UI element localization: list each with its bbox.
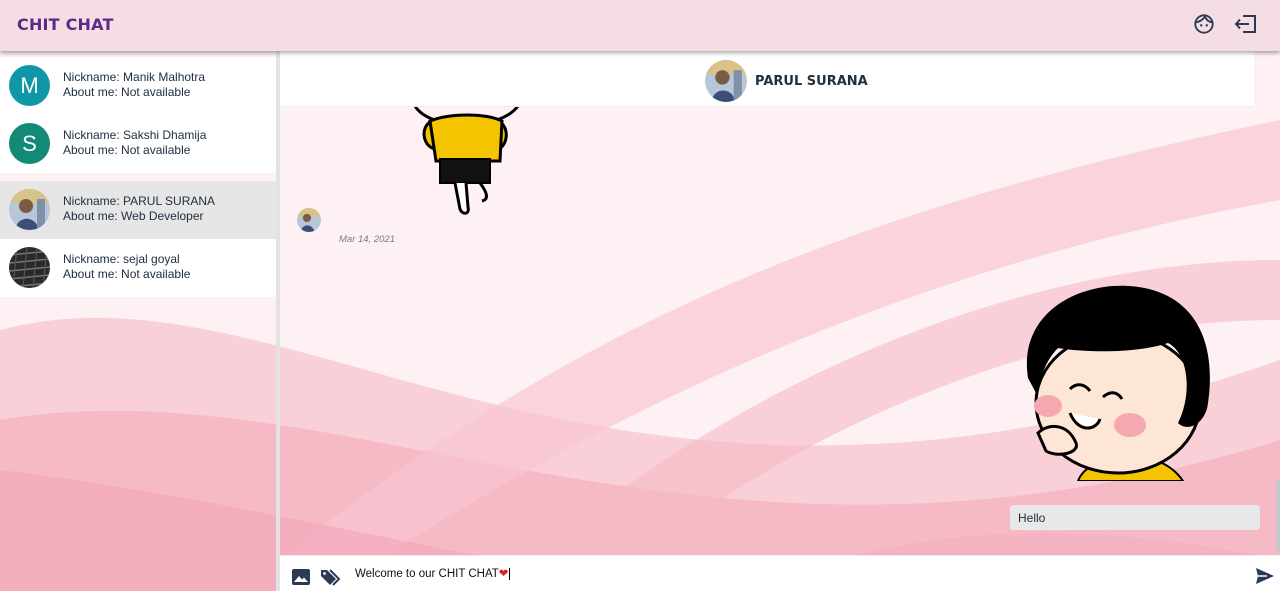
contact-info: Nickname: sejal goyal About me: Not avai… — [63, 252, 190, 281]
profile-photo — [705, 60, 747, 102]
avatar-photo — [9, 247, 50, 288]
contact-item-sakshi[interactable]: S Nickname: Sakshi Dhamija About me: Not… — [0, 115, 276, 173]
contact-about: About me: Not available — [63, 266, 191, 281]
contact-about: About me: Not available — [63, 84, 191, 99]
logout-icon — [1234, 15, 1256, 33]
tag-icon — [321, 569, 341, 586]
message-composer: Welcome to our CHIT CHAT❤ — [280, 555, 1280, 591]
contact-nickname: Nickname: PARUL SURANA — [63, 194, 216, 208]
contact-about: About me: Not available — [63, 142, 191, 157]
profile-photo — [9, 247, 50, 288]
image-icon — [292, 569, 310, 585]
heart-emoji: ❤ — [498, 568, 509, 580]
avatar-photo — [9, 189, 50, 230]
message-date: Mar 14, 2021 — [339, 234, 395, 245]
message-avatar — [297, 208, 321, 232]
profile-button[interactable] — [1192, 12, 1216, 36]
peer-name: PARUL SURANA — [755, 74, 868, 89]
message-input-text: Welcome to our CHIT CHAT — [355, 568, 499, 580]
avatar-letter: M — [20, 72, 39, 98]
message-text: Hello — [1018, 511, 1046, 525]
contact-item-sejal[interactable]: Nickname: sejal goyal About me: Not avai… — [0, 239, 276, 297]
contact-nickname: Nickname: Sakshi Dhamija — [63, 128, 207, 142]
chat-scrollbar[interactable] — [1276, 480, 1280, 552]
profile-photo — [297, 208, 321, 232]
contact-nickname: Nickname: Manik Malhotra — [63, 70, 206, 84]
message-input[interactable]: Welcome to our CHIT CHAT❤ — [347, 566, 1247, 590]
contact-list: M Nickname: Manik Malhotra About me: Not… — [0, 51, 276, 591]
send-button[interactable] — [1255, 567, 1275, 590]
avatar-letter: S — [22, 130, 37, 156]
girl-sticker — [1026, 285, 1210, 481]
contact-item-parul[interactable]: Nickname: PARUL SURANA About me: Web Dev… — [0, 181, 276, 239]
face-icon — [1194, 14, 1214, 34]
boy-sticker — [413, 105, 520, 215]
contact-info: Nickname: PARUL SURANA About me: Web Dev… — [63, 194, 215, 223]
contact-nickname: Nickname: sejal goyal — [63, 252, 180, 266]
message-bubble: Hello — [1010, 505, 1260, 530]
avatar: M — [9, 65, 50, 106]
text-cursor — [509, 568, 511, 580]
logout-button[interactable] — [1234, 12, 1258, 36]
avatar: S — [9, 123, 50, 164]
sidebar-divider — [276, 51, 280, 591]
send-icon — [1256, 568, 1274, 584]
contact-item-manik[interactable]: M Nickname: Manik Malhotra About me: Not… — [0, 57, 276, 115]
profile-photo — [9, 189, 50, 230]
sticker-button[interactable] — [320, 568, 341, 591]
chat-panel: PARUL SURANA Mar 14, 2021 Hello — [280, 51, 1260, 591]
app-title: CHIT CHAT — [17, 15, 114, 34]
send-image-button[interactable] — [291, 568, 311, 591]
contact-about: About me: Web Developer — [63, 208, 204, 223]
contact-info: Nickname: Manik Malhotra About me: Not a… — [63, 70, 205, 99]
contact-info: Nickname: Sakshi Dhamija About me: Not a… — [63, 128, 206, 157]
chat-header: PARUL SURANA — [280, 51, 1254, 107]
app-header: CHIT CHAT — [0, 0, 1280, 51]
peer-avatar — [705, 60, 747, 102]
